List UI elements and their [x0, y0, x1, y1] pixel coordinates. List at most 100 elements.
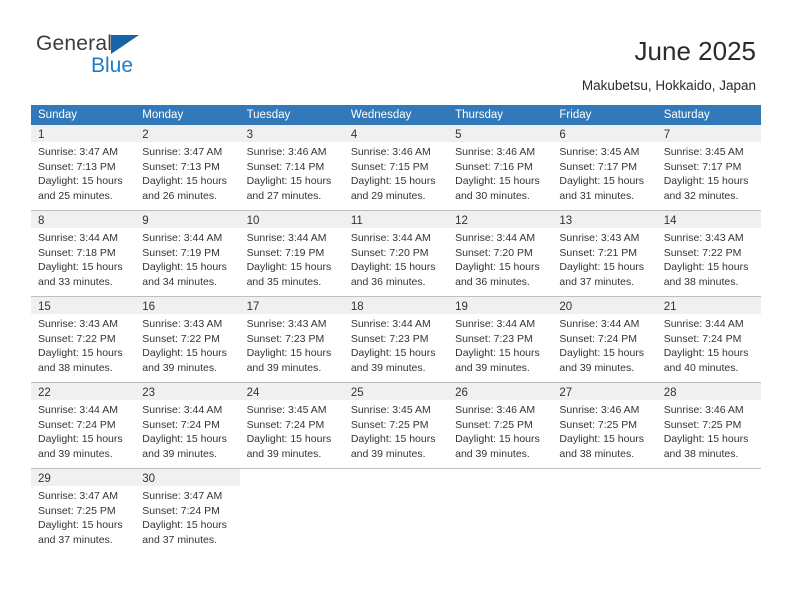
calendar-day-cell[interactable]: 21 Sunrise: 3:44 AM Sunset: 7:24 PM Dayligh… [656, 297, 761, 381]
sunrise-text: Sunrise: 3:43 AM [559, 232, 640, 244]
day-details: Sunrise: 3:47 AM Sunset: 7:13 PM Daylight:… [135, 142, 239, 203]
calendar-day-cell[interactable]: 6 Sunrise: 3:45 AM Sunset: 7:17 PM Daylight… [552, 125, 657, 209]
daylight-text-line2: and 37 minutes. [38, 533, 113, 546]
weekday-header-saturday: Saturday [663, 109, 710, 121]
calendar-day-cell[interactable]: 1 Sunrise: 3:47 AM Sunset: 7:13 PM Daylight… [31, 125, 136, 209]
sunset-text: Sunset: 7:24 PM [142, 418, 220, 431]
generalblue-logo[interactable]: General Blue [36, 32, 176, 82]
daylight-text-line2: and 27 minutes. [246, 189, 322, 202]
daylight-text-line2: and 32 minutes. [663, 189, 739, 202]
daylight-text-line2: and 39 minutes. [455, 361, 530, 374]
calendar-week-row: 8 Sunrise: 3:44 AM Sunset: 7:18 PM Daylight… [31, 210, 761, 295]
sunrise-text: Sunrise: 3:46 AM [350, 146, 431, 158]
sunset-text: Sunset: 7:24 PM [142, 504, 220, 517]
daylight-text-line2: and 39 minutes. [455, 447, 530, 460]
day-number-band: 28 [656, 383, 761, 400]
daylight-text-line1: Daylight: 15 hours [455, 347, 540, 359]
calendar-day-cell[interactable]: 30 Sunrise: 3:47 AM Sunset: 7:24 PM Dayligh… [135, 469, 240, 553]
calendar-day-cell[interactable]: 22 Sunrise: 3:44 AM Sunset: 7:24 PM Dayligh… [31, 383, 136, 467]
day-number-band: 17 [239, 297, 344, 314]
calendar-day-cell[interactable]: 23 Sunrise: 3:44 AM Sunset: 7:24 PM Dayligh… [135, 383, 240, 467]
logo-text-blue: Blue [91, 54, 134, 77]
day-details [552, 486, 656, 489]
daylight-text-line1: Daylight: 15 hours [559, 175, 645, 187]
calendar-day-cell[interactable]: 27 Sunrise: 3:46 AM Sunset: 7:25 PM Dayligh… [552, 383, 657, 467]
sunrise-text: Sunrise: 3:45 AM [350, 404, 431, 416]
calendar-day-cell[interactable]: 11 Sunrise: 3:44 AM Sunset: 7:20 PM Dayligh… [343, 211, 449, 295]
calendar-day-cell[interactable]: 19 Sunrise: 3:44 AM Sunset: 7:23 PM Dayligh… [448, 297, 553, 381]
sunset-text: Sunset: 7:23 PM [455, 332, 533, 345]
daylight-text-line2: and 25 minutes. [38, 189, 113, 202]
weekday-header-wednesday: Wednesday [350, 109, 412, 121]
calendar-day-cell[interactable]: 8 Sunrise: 3:44 AM Sunset: 7:18 PM Daylight… [31, 211, 136, 295]
day-number-band: 21 [656, 297, 761, 314]
sunrise-text: Sunrise: 3:44 AM [350, 232, 431, 244]
sunrise-text: Sunrise: 3:44 AM [559, 318, 640, 330]
day-details: Sunrise: 3:43 AM Sunset: 7:22 PM Daylight:… [31, 314, 135, 375]
calendar-day-cell[interactable]: 29 Sunrise: 3:47 AM Sunset: 7:25 PM Dayligh… [31, 469, 136, 553]
calendar-day-cell[interactable]: 15 Sunrise: 3:43 AM Sunset: 7:22 PM Dayligh… [31, 297, 136, 381]
daylight-text-line1: Daylight: 15 hours [455, 261, 540, 273]
daylight-text-line2: and 39 minutes. [38, 447, 113, 460]
day-number-band: 22 [31, 383, 136, 400]
sunset-text: Sunset: 7:14 PM [246, 160, 325, 173]
calendar-day-cell[interactable]: 9 Sunrise: 3:44 AM Sunset: 7:19 PM Daylight… [135, 211, 240, 295]
calendar-day-cell[interactable]: 2 Sunrise: 3:47 AM Sunset: 7:13 PM Daylight… [135, 125, 240, 209]
sunrise-text: Sunrise: 3:43 AM [38, 318, 118, 330]
sunset-text: Sunset: 7:24 PM [246, 418, 325, 431]
daylight-text-line1: Daylight: 15 hours [38, 519, 123, 531]
calendar-day-cell[interactable]: 12 Sunrise: 3:44 AM Sunset: 7:20 PM Dayligh… [448, 211, 553, 295]
sunrise-text: Sunrise: 3:46 AM [559, 404, 640, 416]
daylight-text-line1: Daylight: 15 hours [559, 347, 645, 359]
sunset-text: Sunset: 7:20 PM [455, 246, 533, 259]
daylight-text-line1: Daylight: 15 hours [142, 261, 227, 273]
calendar-day-cell[interactable]: 3 Sunrise: 3:46 AM Sunset: 7:14 PM Daylight… [239, 125, 344, 209]
day-details: Sunrise: 3:44 AM Sunset: 7:24 PM Daylight:… [135, 400, 239, 461]
day-number: 1 [38, 129, 45, 141]
calendar-day-cell[interactable]: 18 Sunrise: 3:44 AM Sunset: 7:23 PM Dayligh… [343, 297, 449, 381]
daylight-text-line2: and 34 minutes. [142, 275, 217, 288]
calendar-day-cell[interactable]: 7 Sunrise: 3:45 AM Sunset: 7:17 PM Daylight… [656, 125, 761, 209]
day-details [448, 486, 552, 489]
calendar-weeks: 1 Sunrise: 3:47 AM Sunset: 7:13 PM Daylight… [31, 125, 761, 553]
day-number-band: 25 [343, 383, 449, 400]
day-details: Sunrise: 3:45 AM Sunset: 7:24 PM Daylight:… [240, 400, 344, 461]
daylight-text-line2: and 35 minutes. [246, 275, 322, 288]
calendar-day-cell[interactable]: 10 Sunrise: 3:44 AM Sunset: 7:19 PM Dayligh… [239, 211, 344, 295]
weekday-header-sunday: Sunday [38, 109, 78, 121]
day-details: Sunrise: 3:43 AM Sunset: 7:23 PM Daylight:… [240, 314, 344, 375]
day-number: 7 [663, 129, 671, 141]
sunrise-text: Sunrise: 3:46 AM [455, 146, 536, 158]
day-details: Sunrise: 3:45 AM Sunset: 7:17 PM Daylight:… [657, 142, 761, 203]
calendar-day-cell[interactable]: 28 Sunrise: 3:46 AM Sunset: 7:25 PM Dayligh… [656, 383, 761, 467]
calendar-day-cell[interactable]: 25 Sunrise: 3:45 AM Sunset: 7:25 PM Dayligh… [343, 383, 449, 467]
day-details: Sunrise: 3:44 AM Sunset: 7:20 PM Daylight:… [448, 228, 552, 289]
calendar-day-cell[interactable]: 14 Sunrise: 3:43 AM Sunset: 7:22 PM Dayligh… [656, 211, 761, 295]
logo-triangle-icon [111, 35, 139, 54]
daylight-text-line1: Daylight: 15 hours [663, 347, 749, 359]
day-details: Sunrise: 3:44 AM Sunset: 7:18 PM Daylight:… [31, 228, 135, 289]
day-details: Sunrise: 3:44 AM Sunset: 7:24 PM Daylight:… [657, 314, 761, 375]
calendar-day-cell[interactable]: 17 Sunrise: 3:43 AM Sunset: 7:23 PM Dayligh… [239, 297, 344, 381]
calendar-day-cell[interactable]: 24 Sunrise: 3:45 AM Sunset: 7:24 PM Dayligh… [239, 383, 344, 467]
calendar-day-cell[interactable]: 26 Sunrise: 3:46 AM Sunset: 7:25 PM Dayligh… [448, 383, 553, 467]
calendar-day-cell[interactable]: 4 Sunrise: 3:46 AM Sunset: 7:15 PM Daylight… [343, 125, 449, 209]
day-details: Sunrise: 3:44 AM Sunset: 7:19 PM Daylight:… [240, 228, 344, 289]
day-details: Sunrise: 3:44 AM Sunset: 7:24 PM Daylight:… [552, 314, 656, 375]
daylight-text-line1: Daylight: 15 hours [38, 347, 123, 359]
day-number-band: 29 [31, 469, 136, 486]
daylight-text-line2: and 39 minutes. [559, 361, 635, 374]
calendar-week-row: 22 Sunrise: 3:44 AM Sunset: 7:24 PM Dayligh… [31, 382, 761, 467]
daylight-text-line2: and 36 minutes. [455, 275, 530, 288]
sunset-text: Sunset: 7:24 PM [663, 332, 742, 345]
daylight-text-line2: and 39 minutes. [350, 447, 426, 460]
calendar-day-cell[interactable]: 20 Sunrise: 3:44 AM Sunset: 7:24 PM Dayligh… [552, 297, 657, 381]
calendar-day-cell[interactable]: 16 Sunrise: 3:43 AM Sunset: 7:22 PM Dayligh… [135, 297, 240, 381]
sunrise-text: Sunrise: 3:43 AM [246, 318, 327, 330]
calendar-day-cell[interactable]: 13 Sunrise: 3:43 AM Sunset: 7:21 PM Dayligh… [552, 211, 657, 295]
calendar-day-cell[interactable]: 5 Sunrise: 3:46 AM Sunset: 7:16 PM Daylight… [448, 125, 553, 209]
daylight-text-line1: Daylight: 15 hours [350, 261, 436, 273]
weekday-header-row: Sunday Monday Tuesday Wednesday Thursday… [31, 105, 761, 125]
day-number: 6 [559, 129, 566, 141]
day-number: 17 [246, 301, 260, 313]
